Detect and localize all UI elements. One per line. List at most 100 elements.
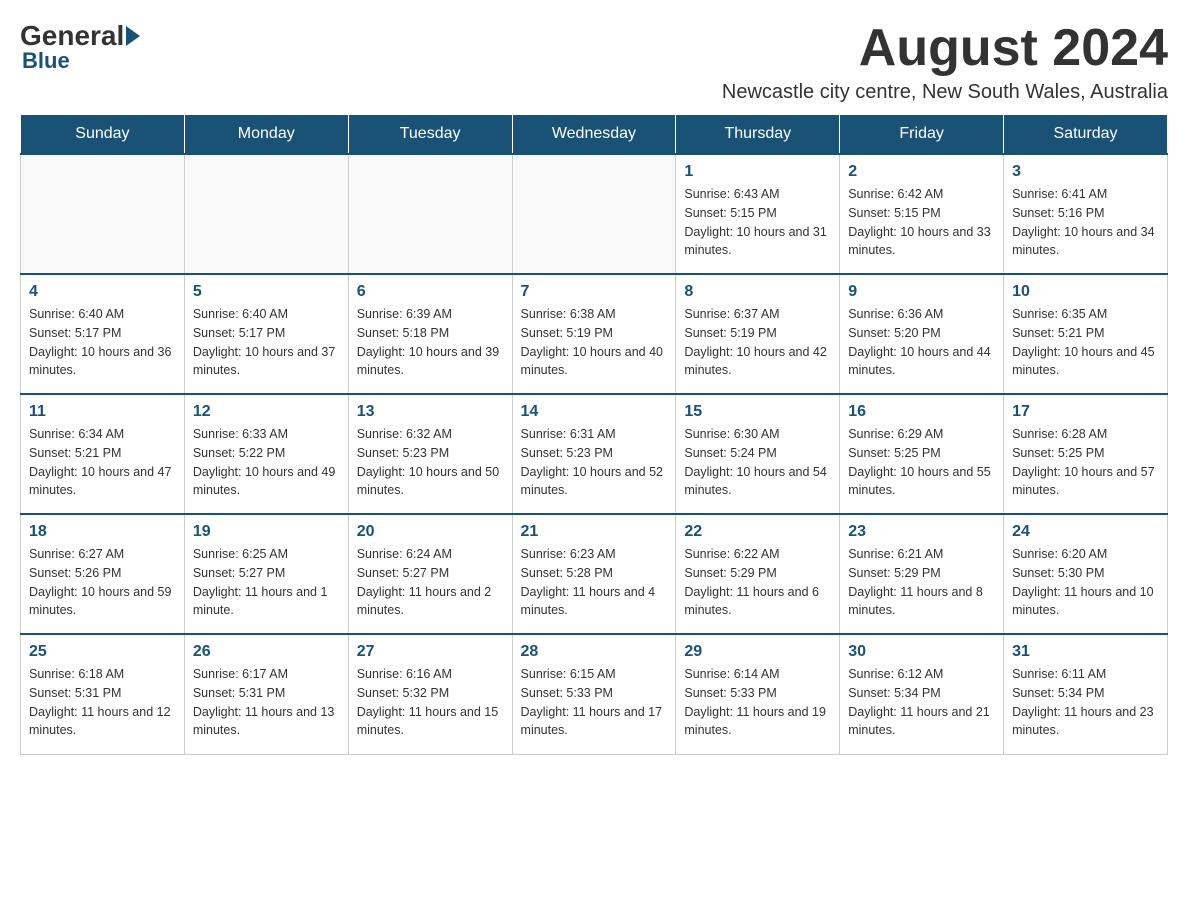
day-info: Sunrise: 6:25 AM Sunset: 5:27 PM Dayligh… [193, 545, 340, 620]
day-number: 26 [193, 643, 340, 661]
calendar-cell: 6 Sunrise: 6:39 AM Sunset: 5:18 PM Daylig… [348, 274, 512, 394]
day-number: 7 [521, 283, 668, 301]
calendar-table: SundayMondayTuesdayWednesdayThursdayFrid… [20, 114, 1168, 755]
calendar-header-thursday: Thursday [676, 115, 840, 155]
logo: General Blue [20, 20, 142, 74]
day-info: Sunrise: 6:31 AM Sunset: 5:23 PM Dayligh… [521, 425, 668, 500]
day-info: Sunrise: 6:12 AM Sunset: 5:34 PM Dayligh… [848, 665, 995, 740]
calendar-cell: 11Sunrise: 6:34 AM Sunset: 5:21 PM Dayli… [21, 394, 185, 514]
day-number: 18 [29, 523, 176, 541]
calendar-header-friday: Friday [840, 115, 1004, 155]
calendar-cell: 25 Sunrise: 6:18 AM Sunset: 5:31 PM Dayli… [21, 634, 185, 754]
day-info: Sunrise: 6:40 AM Sunset: 5:17 PM Dayligh… [29, 305, 176, 380]
calendar-cell: 5 Sunrise: 6:40 AM Sunset: 5:17 PM Daylig… [184, 274, 348, 394]
day-number: 16 [848, 403, 995, 421]
day-number: 15 [684, 403, 831, 421]
calendar-week-row-2: 4 Sunrise: 6:40 AM Sunset: 5:17 PM Daylig… [21, 274, 1168, 394]
day-info: Sunrise: 6:39 AM Sunset: 5:18 PM Dayligh… [357, 305, 504, 380]
day-number: 2 [848, 163, 995, 181]
calendar-cell [348, 154, 512, 274]
day-number: 28 [521, 643, 668, 661]
day-number: 12 [193, 403, 340, 421]
day-number: 24 [1012, 523, 1159, 541]
calendar-week-row-1: 1 Sunrise: 6:43 AM Sunset: 5:15 PM Daylig… [21, 154, 1168, 274]
calendar-cell: 29 Sunrise: 6:14 AM Sunset: 5:33 PM Dayli… [676, 634, 840, 754]
calendar-cell: 15 Sunrise: 6:30 AM Sunset: 5:24 PM Dayli… [676, 394, 840, 514]
logo-arrow-icon [126, 26, 140, 46]
day-number: 9 [848, 283, 995, 301]
day-number: 6 [357, 283, 504, 301]
calendar-cell: 22Sunrise: 6:22 AM Sunset: 5:29 PM Dayli… [676, 514, 840, 634]
day-info: Sunrise: 6:18 AM Sunset: 5:31 PM Dayligh… [29, 665, 176, 740]
calendar-cell: 20Sunrise: 6:24 AM Sunset: 5:27 PM Dayli… [348, 514, 512, 634]
calendar-header-monday: Monday [184, 115, 348, 155]
day-number: 20 [357, 523, 504, 541]
calendar-cell: 18Sunrise: 6:27 AM Sunset: 5:26 PM Dayli… [21, 514, 185, 634]
calendar-cell: 17Sunrise: 6:28 AM Sunset: 5:25 PM Dayli… [1004, 394, 1168, 514]
calendar-header-saturday: Saturday [1004, 115, 1168, 155]
day-info: Sunrise: 6:16 AM Sunset: 5:32 PM Dayligh… [357, 665, 504, 740]
calendar-cell: 1 Sunrise: 6:43 AM Sunset: 5:15 PM Daylig… [676, 154, 840, 274]
title-section: August 2024 Newcastle city centre, New S… [722, 20, 1168, 104]
day-info: Sunrise: 6:15 AM Sunset: 5:33 PM Dayligh… [521, 665, 668, 740]
calendar-cell [21, 154, 185, 274]
day-number: 13 [357, 403, 504, 421]
day-info: Sunrise: 6:36 AM Sunset: 5:20 PM Dayligh… [848, 305, 995, 380]
calendar-cell: 2Sunrise: 6:42 AM Sunset: 5:15 PM Daylig… [840, 154, 1004, 274]
day-number: 3 [1012, 163, 1159, 181]
calendar-cell: 8Sunrise: 6:37 AM Sunset: 5:19 PM Daylig… [676, 274, 840, 394]
day-info: Sunrise: 6:33 AM Sunset: 5:22 PM Dayligh… [193, 425, 340, 500]
calendar-cell: 12 Sunrise: 6:33 AM Sunset: 5:22 PM Dayli… [184, 394, 348, 514]
calendar-cell [184, 154, 348, 274]
day-info: Sunrise: 6:14 AM Sunset: 5:33 PM Dayligh… [684, 665, 831, 740]
day-number: 29 [684, 643, 831, 661]
calendar-cell: 19 Sunrise: 6:25 AM Sunset: 5:27 PM Dayli… [184, 514, 348, 634]
day-info: Sunrise: 6:17 AM Sunset: 5:31 PM Dayligh… [193, 665, 340, 740]
day-info: Sunrise: 6:37 AM Sunset: 5:19 PM Dayligh… [684, 305, 831, 380]
month-title: August 2024 [722, 20, 1168, 77]
calendar-cell: 3Sunrise: 6:41 AM Sunset: 5:16 PM Daylig… [1004, 154, 1168, 274]
calendar-cell: 31 Sunrise: 6:11 AM Sunset: 5:34 PM Dayli… [1004, 634, 1168, 754]
day-number: 10 [1012, 283, 1159, 301]
day-number: 30 [848, 643, 995, 661]
calendar-week-row-4: 18Sunrise: 6:27 AM Sunset: 5:26 PM Dayli… [21, 514, 1168, 634]
calendar-header-sunday: Sunday [21, 115, 185, 155]
day-info: Sunrise: 6:21 AM Sunset: 5:29 PM Dayligh… [848, 545, 995, 620]
calendar-cell: 16Sunrise: 6:29 AM Sunset: 5:25 PM Dayli… [840, 394, 1004, 514]
day-number: 11 [29, 403, 176, 421]
day-number: 1 [684, 163, 831, 181]
day-info: Sunrise: 6:23 AM Sunset: 5:28 PM Dayligh… [521, 545, 668, 620]
calendar-cell: 23 Sunrise: 6:21 AM Sunset: 5:29 PM Dayli… [840, 514, 1004, 634]
calendar-week-row-3: 11Sunrise: 6:34 AM Sunset: 5:21 PM Dayli… [21, 394, 1168, 514]
calendar-cell: 21 Sunrise: 6:23 AM Sunset: 5:28 PM Dayli… [512, 514, 676, 634]
calendar-cell: 24 Sunrise: 6:20 AM Sunset: 5:30 PM Dayli… [1004, 514, 1168, 634]
day-info: Sunrise: 6:38 AM Sunset: 5:19 PM Dayligh… [521, 305, 668, 380]
day-info: Sunrise: 6:32 AM Sunset: 5:23 PM Dayligh… [357, 425, 504, 500]
page-header: General Blue August 2024 Newcastle city … [20, 20, 1168, 104]
day-number: 5 [193, 283, 340, 301]
calendar-week-row-5: 25 Sunrise: 6:18 AM Sunset: 5:31 PM Dayli… [21, 634, 1168, 754]
calendar-cell: 14 Sunrise: 6:31 AM Sunset: 5:23 PM Dayli… [512, 394, 676, 514]
day-number: 27 [357, 643, 504, 661]
day-info: Sunrise: 6:30 AM Sunset: 5:24 PM Dayligh… [684, 425, 831, 500]
day-info: Sunrise: 6:11 AM Sunset: 5:34 PM Dayligh… [1012, 665, 1159, 740]
location-title: Newcastle city centre, New South Wales, … [722, 81, 1168, 104]
day-number: 21 [521, 523, 668, 541]
calendar-cell [512, 154, 676, 274]
calendar-header-wednesday: Wednesday [512, 115, 676, 155]
day-info: Sunrise: 6:40 AM Sunset: 5:17 PM Dayligh… [193, 305, 340, 380]
day-number: 19 [193, 523, 340, 541]
day-number: 25 [29, 643, 176, 661]
calendar-cell: 10Sunrise: 6:35 AM Sunset: 5:21 PM Dayli… [1004, 274, 1168, 394]
day-info: Sunrise: 6:28 AM Sunset: 5:25 PM Dayligh… [1012, 425, 1159, 500]
day-number: 22 [684, 523, 831, 541]
day-number: 14 [521, 403, 668, 421]
day-info: Sunrise: 6:43 AM Sunset: 5:15 PM Dayligh… [684, 185, 831, 260]
day-info: Sunrise: 6:20 AM Sunset: 5:30 PM Dayligh… [1012, 545, 1159, 620]
calendar-cell: 4 Sunrise: 6:40 AM Sunset: 5:17 PM Daylig… [21, 274, 185, 394]
day-number: 23 [848, 523, 995, 541]
calendar-header-tuesday: Tuesday [348, 115, 512, 155]
day-number: 31 [1012, 643, 1159, 661]
day-number: 4 [29, 283, 176, 301]
calendar-cell: 27 Sunrise: 6:16 AM Sunset: 5:32 PM Dayli… [348, 634, 512, 754]
